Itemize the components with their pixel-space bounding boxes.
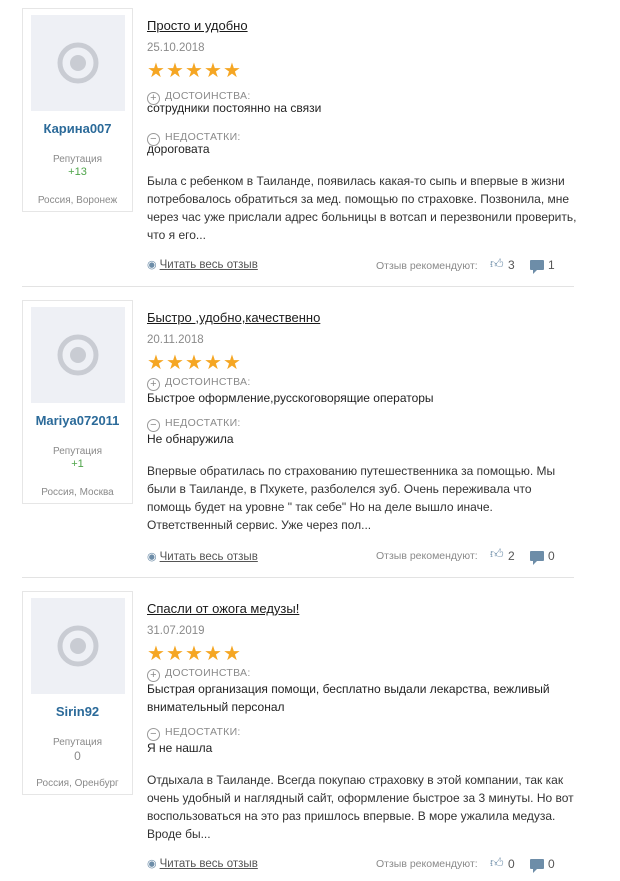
- review-separator: [22, 577, 574, 578]
- star-icon: ★: [147, 352, 165, 374]
- default-avatar-icon: [57, 334, 99, 376]
- star-icon: ★: [223, 60, 241, 82]
- star-icon: ★: [147, 60, 165, 82]
- comment-icon[interactable]: [530, 260, 544, 274]
- username[interactable]: Карина007: [23, 121, 132, 136]
- username[interactable]: Mariya072011: [23, 413, 132, 428]
- pros-label: ДОСТОИНСТВА:: [165, 667, 251, 679]
- recommend-label: Отзыв рекомендуют:: [376, 550, 478, 562]
- review-title[interactable]: Быстро ,удобно,качественно: [147, 310, 320, 325]
- eye-icon: ◉: [147, 858, 157, 870]
- avatar[interactable]: [31, 15, 125, 111]
- recommend-label: Отзыв рекомендуют:: [376, 858, 478, 870]
- user-location: Россия, Оренбург: [36, 778, 119, 789]
- recommend-label: Отзыв рекомендуют:: [376, 260, 478, 272]
- star-icon: ★: [166, 352, 184, 374]
- star-icon: ★: [204, 352, 222, 374]
- star-icon: ★: [166, 643, 184, 665]
- default-avatar-icon: [57, 625, 99, 667]
- star-icon: ★: [185, 60, 203, 82]
- reputation-value: +1: [71, 458, 84, 470]
- reputation-label: Репутация: [53, 737, 102, 748]
- review-text: Отдыхала в Таиланде. Всегда покупаю стра…: [147, 773, 574, 841]
- rating-stars: ★★★★★: [147, 644, 242, 666]
- cons-text: Я не нашла: [147, 741, 213, 755]
- user-card: Mariya072011 Репутация +1 Россия, Москва: [22, 300, 133, 504]
- user-card: Sirin92 Репутация 0 Россия, Оренбург: [22, 591, 133, 795]
- pros-text: Быстрое оформление,русскоговорящие опера…: [147, 391, 434, 405]
- username[interactable]: Sirin92: [23, 704, 132, 719]
- review-title[interactable]: Просто и удобно: [147, 18, 248, 33]
- review-separator: [22, 286, 574, 287]
- comment-count: 0: [548, 857, 555, 871]
- comment-count: 0: [548, 549, 555, 563]
- reputation-value: +13: [68, 166, 87, 178]
- avatar[interactable]: [31, 598, 125, 694]
- avatar[interactable]: [31, 307, 125, 403]
- review-card: Mariya072011 Репутация +1 Россия, Москва…: [0, 300, 620, 580]
- thumbs-up-icon[interactable]: 👍︎: [490, 855, 504, 871]
- review-card: Sirin92 Репутация 0 Россия, Оренбург Спа…: [0, 591, 620, 873]
- cons-text: Не обнаружила: [147, 432, 234, 446]
- review-text: Впервые обратилась по страхованию путеше…: [147, 464, 556, 532]
- eye-icon: ◉: [147, 259, 157, 271]
- default-avatar-icon: [57, 42, 99, 84]
- like-count: 0: [508, 857, 515, 871]
- pros-text: сотрудники постоянно на связи: [147, 101, 322, 115]
- user-card: Карина007 Репутация +13 Россия, Воронеж: [22, 8, 133, 212]
- thumbs-up-icon[interactable]: 👍︎: [490, 256, 504, 272]
- comment-count: 1: [548, 258, 555, 272]
- reputation-label: Репутация: [53, 446, 102, 457]
- user-location: Россия, Воронеж: [37, 195, 118, 206]
- star-icon: ★: [204, 60, 222, 82]
- star-icon: ★: [223, 643, 241, 665]
- star-icon: ★: [204, 643, 222, 665]
- star-icon: ★: [185, 643, 203, 665]
- review-card: Карина007 Репутация +13 Россия, Воронеж …: [0, 8, 620, 288]
- comment-icon[interactable]: [530, 859, 544, 873]
- review-date: 20.11.2018: [147, 334, 204, 346]
- rating-stars: ★★★★★: [147, 353, 242, 375]
- star-icon: ★: [147, 643, 165, 665]
- pros-label: ДОСТОИНСТВА:: [165, 376, 251, 388]
- reputation-label: Репутация: [53, 154, 102, 165]
- read-full-review-link[interactable]: ◉ Читать весь отзыв: [147, 258, 258, 271]
- eye-icon: ◉: [147, 551, 157, 563]
- read-more-label: Читать весь отзыв: [159, 259, 258, 271]
- read-full-review-link[interactable]: ◉ Читать весь отзыв: [147, 857, 258, 870]
- cons-text: дороговата: [147, 142, 210, 156]
- user-location: Россия, Москва: [41, 487, 114, 498]
- review-date: 25.10.2018: [147, 42, 205, 54]
- read-more-label: Читать весь отзыв: [159, 551, 258, 563]
- comment-icon[interactable]: [530, 551, 544, 565]
- star-icon: ★: [166, 60, 184, 82]
- star-icon: ★: [223, 352, 241, 374]
- thumbs-up-icon[interactable]: 👍︎: [490, 546, 504, 562]
- rating-stars: ★★★★★: [147, 61, 242, 83]
- review-title[interactable]: Спасли от ожога медузы!: [147, 601, 299, 616]
- star-icon: ★: [185, 352, 203, 374]
- like-count: 2: [508, 549, 515, 563]
- like-count: 3: [508, 258, 515, 272]
- reputation-value: 0: [74, 749, 81, 763]
- read-more-label: Читать весь отзыв: [159, 858, 258, 870]
- review-date: 31.07.2019: [147, 625, 205, 637]
- cons-label: НЕДОСТАТКИ:: [165, 726, 241, 738]
- review-text: Была с ребенком в Таиланде, появилась ка…: [147, 174, 577, 242]
- read-full-review-link[interactable]: ◉ Читать весь отзыв: [147, 550, 258, 563]
- pros-text: Быстрая организация помощи, бесплатно вы…: [147, 682, 550, 714]
- cons-label: НЕДОСТАТКИ:: [165, 417, 241, 429]
